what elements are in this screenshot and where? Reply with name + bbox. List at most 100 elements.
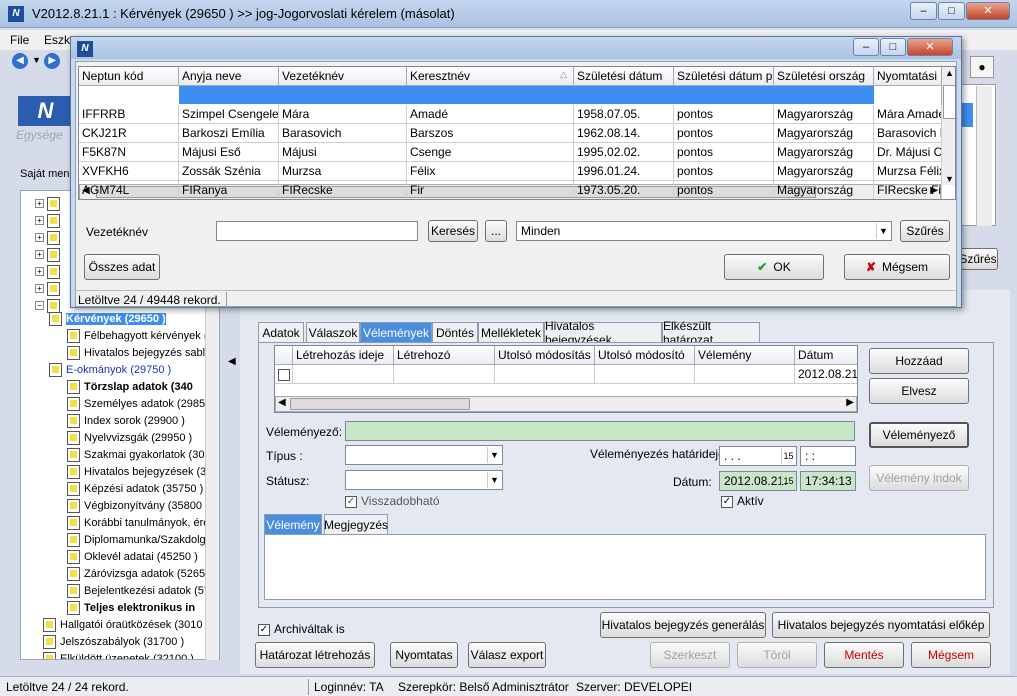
type-select[interactable]: ▼ — [345, 445, 503, 465]
search-button[interactable]: Keresés — [428, 220, 478, 242]
behind-scrollbar[interactable] — [976, 86, 992, 226]
edit-button[interactable]: Szerkeszt — [650, 642, 730, 668]
table-cell[interactable]: Szimpel Csengele — [179, 105, 279, 124]
tree-item[interactable]: Teljes elektronikus in — [67, 599, 195, 616]
tree-item[interactable]: Korábbi tanulmányok, éret — [67, 514, 212, 531]
table-cell[interactable]: FIRanya — [179, 181, 279, 199]
tab-dontes[interactable]: Döntés — [432, 322, 478, 342]
col-header[interactable]: Születési dátum — [574, 67, 674, 86]
col-header[interactable]: Utolsó módosító — [595, 346, 695, 365]
minimize-button[interactable]: – — [910, 2, 937, 20]
close-button[interactable]: ✕ — [966, 2, 1010, 20]
table-cell[interactable]: pontos — [674, 105, 774, 124]
collapse-arrow-icon[interactable]: ◀ — [228, 356, 236, 367]
tree-item[interactable]: Elküldött üzenetek (32100 ) — [43, 650, 194, 659]
tree-item[interactable]: Szakmai gyakorlatok (300 — [67, 446, 211, 463]
grid-vscrollbar[interactable]: ▲ ▼ — [941, 67, 955, 185]
table-cell[interactable]: Májusi Eső — [179, 143, 279, 162]
table-cell[interactable]: 1962.08.14. — [574, 124, 674, 143]
table-cell[interactable]: 1996.01.24. — [574, 162, 674, 181]
table-cell[interactable]: Mára — [279, 105, 407, 124]
table-cell[interactable]: Murzsa Félix — [874, 162, 942, 181]
tree-item[interactable]: Hivatalos bejegyzések (3 — [67, 463, 206, 480]
col-header[interactable]: Nyomtatási ne — [874, 67, 942, 86]
sajat-menu-label[interactable]: Saját men — [20, 168, 70, 180]
filter-button[interactable]: Szűrés — [900, 220, 950, 242]
calendar-icon[interactable]: 15 — [781, 473, 795, 489]
col-header[interactable]: Neptun kód — [79, 67, 179, 86]
tree-item[interactable]: Képzési adatok (35750 ) — [67, 480, 203, 497]
table-cell[interactable]: Murzsa — [279, 162, 407, 181]
tab-velemenyek[interactable]: Vélemények — [360, 322, 432, 342]
col-header[interactable]: Születési dátum p... — [674, 67, 774, 86]
ok-button[interactable]: ✔ OK — [724, 254, 824, 280]
dropdown-icon[interactable]: ▼ — [32, 55, 41, 65]
menu-eszkozok[interactable]: Eszk — [44, 33, 70, 47]
table-cell[interactable]: FIRecske — [279, 181, 407, 199]
tab-mellekletek[interactable]: Mellékletek — [478, 322, 544, 342]
table-cell[interactable]: pontos — [674, 162, 774, 181]
tree-item[interactable]: + — [35, 246, 64, 263]
more-button[interactable]: ... — [485, 220, 507, 242]
tree-item[interactable]: Hallgatói óraütközések (3010 — [43, 616, 202, 633]
calendar-icon[interactable]: 15 — [781, 448, 795, 464]
col-header[interactable]: Vélemény — [695, 346, 795, 365]
generate-entry-button[interactable]: Hivatalos bejegyzés generálás — [600, 612, 766, 638]
tree-item[interactable]: + — [35, 263, 64, 280]
tree-item[interactable]: + — [35, 280, 64, 297]
settings-icon[interactable]: ● — [970, 56, 994, 78]
table-cell[interactable]: Fir — [407, 181, 574, 199]
tab-adatok[interactable]: Adatok — [258, 322, 304, 342]
cancel-button[interactable]: Mégsem — [911, 642, 991, 668]
tree-item[interactable]: Törzslap adatok (340 — [67, 378, 193, 395]
dialog-minimize-button[interactable]: – — [853, 38, 879, 56]
add-button[interactable]: Hozzáad — [869, 348, 969, 374]
opiner-button[interactable]: Véleményező — [869, 422, 969, 448]
tree-item[interactable]: + — [35, 212, 64, 229]
table-cell[interactable]: Magyarország — [774, 162, 874, 181]
tree-item[interactable]: + — [35, 195, 64, 212]
time-field[interactable]: 17:34:13 — [800, 471, 856, 491]
table-cell[interactable]: Magyarország — [774, 124, 874, 143]
table-cell[interactable]: AGM74L — [79, 181, 179, 199]
table-cell[interactable]: Barkoszi Emília — [179, 124, 279, 143]
export-button[interactable]: Válasz export — [468, 642, 546, 668]
tab-valaszok[interactable]: Válaszok — [306, 322, 360, 342]
dialog-close-button[interactable]: ✕ — [907, 38, 953, 56]
tree-item[interactable]: E-okmányok (29750 ) — [49, 361, 171, 378]
lastname-search-input[interactable] — [216, 221, 418, 241]
table-cell[interactable]: 1958.07.05. — [574, 105, 674, 124]
opiner-field[interactable] — [345, 421, 855, 441]
tree-item[interactable]: Index sorok (29900 ) — [67, 412, 185, 429]
table-cell[interactable]: pontos — [674, 143, 774, 162]
row-checkbox[interactable] — [278, 368, 290, 381]
table-cell[interactable]: XVFKH6 — [79, 162, 179, 181]
table-cell[interactable]: Csenge — [407, 143, 574, 162]
tree-item[interactable]: Félbehagyott kérvények ( — [67, 327, 208, 344]
remove-button[interactable]: Elvesz — [869, 378, 969, 404]
status-select[interactable]: ▼ — [345, 470, 503, 490]
reasons-button[interactable]: Vélemény indok — [869, 465, 969, 491]
col-header[interactable]: Keresztnév △ — [407, 67, 574, 86]
menu-file[interactable]: File — [10, 33, 29, 47]
table-cell[interactable]: IFFRRB — [79, 105, 179, 124]
col-header[interactable]: Dátum — [795, 346, 857, 365]
behind-filter-button[interactable]: Szűrés — [958, 248, 998, 270]
tree-item[interactable]: Jelszószabályok (31700 ) — [43, 633, 184, 650]
table-cell[interactable]: Barasovich — [279, 124, 407, 143]
tree-item[interactable]: Végbizonyítvány (35800 — [67, 497, 202, 514]
all-data-button[interactable]: Összes adat — [84, 254, 160, 280]
tab-megjegyzes[interactable]: Megjegyzés — [324, 514, 388, 534]
deadline-date-field[interactable]: . . . 15 — [719, 446, 797, 466]
table-cell[interactable]: 1995.02.02. — [574, 143, 674, 162]
tree-item[interactable]: + — [35, 229, 64, 246]
deadline-time-field[interactable]: : : — [800, 446, 856, 466]
table-cell[interactable]: Magyarország — [774, 143, 874, 162]
table-cell[interactable]: pontos — [674, 181, 774, 199]
col-header[interactable]: Születési ország — [774, 67, 874, 86]
print-preview-button[interactable]: Hivatalos bejegyzés nyomtatási előkép — [772, 612, 990, 638]
tab-hivatalos-bejegyzesek[interactable]: Hivatalos bejegyzések — [544, 319, 662, 347]
col-header[interactable]: Létrehozó — [394, 346, 495, 365]
tree-item[interactable]: Oklevél adatai (45250 ) — [67, 548, 198, 565]
tree-item[interactable]: Hivatalos bejegyzés sablo — [67, 344, 211, 361]
